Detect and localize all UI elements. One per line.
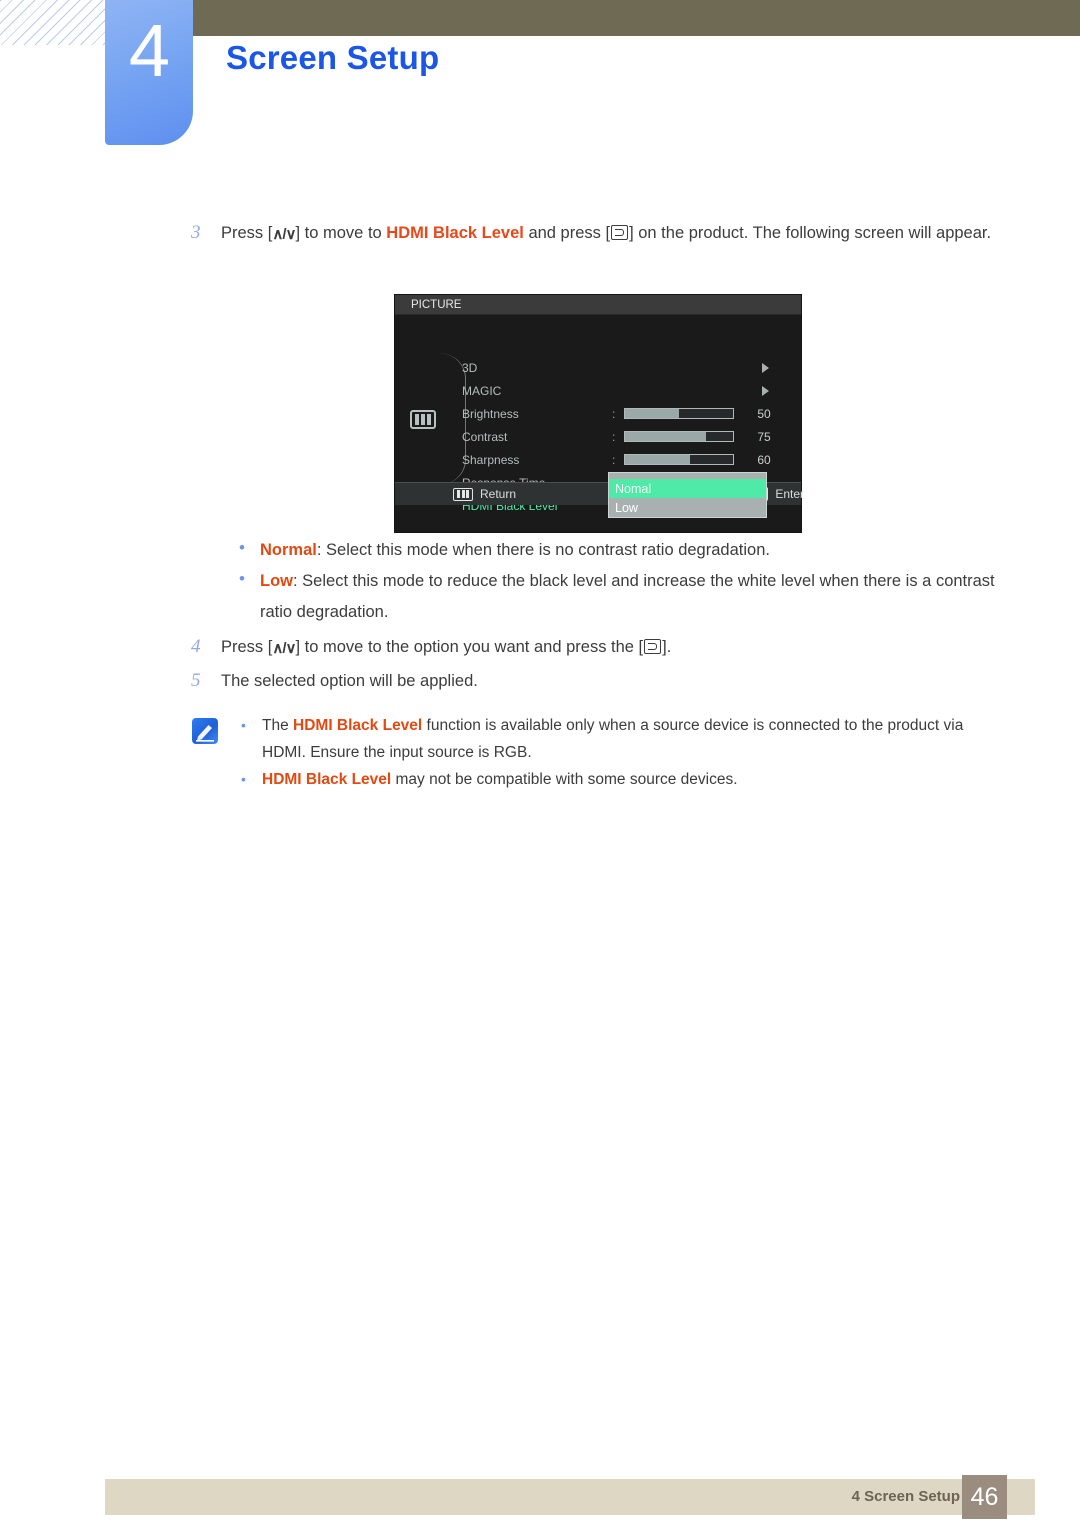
footer-page-number: 46	[962, 1475, 1007, 1519]
osd-enter-label: Enter	[775, 487, 805, 501]
hdmi-black-level-dropdown[interactable]: Nomal Low	[608, 472, 767, 518]
bullet-normal-body: : Select this mode when there is no cont…	[316, 541, 770, 559]
contrast-slider[interactable]	[624, 431, 734, 442]
note-item-1: • The HDMI Black Level function is avail…	[232, 712, 1022, 766]
updown-key-icon: ∧/∨	[272, 640, 296, 657]
osd-label-brightness: Brightness	[462, 406, 519, 421]
step-3-part1: Press [	[221, 224, 273, 242]
osd-title: PICTURE	[395, 295, 801, 315]
osd-row-3d[interactable]: 3D	[462, 356, 797, 379]
bullet-low-label: Low	[260, 572, 293, 590]
note-item-2: • HDMI Black Level may not be compatible…	[232, 766, 1022, 793]
updown-key-icon: ∧/∨	[272, 226, 296, 243]
bullet-dot-icon: •	[239, 569, 245, 588]
osd-label-contrast: Contrast	[462, 429, 508, 444]
bullet-normal-label: Normal	[260, 541, 317, 559]
enter-key-icon	[611, 225, 629, 240]
brightness-slider[interactable]	[624, 408, 734, 419]
dropdown-option-normal[interactable]: Nomal	[609, 479, 766, 498]
osd-label-3d: 3D	[462, 360, 478, 375]
enter-key-icon	[644, 639, 662, 654]
step-4-text: Press [∧/∨] to move to the option you wa…	[221, 634, 671, 662]
step-3-part2: ] to move to	[295, 224, 387, 242]
chevron-right-icon	[762, 385, 769, 396]
bullet-normal-text: Normal: Select this mode when there is n…	[260, 535, 770, 566]
osd-panel: PICTURE 3D MAGIC Brightness : 50 Contras	[395, 295, 805, 532]
step-4-number: 4	[191, 636, 201, 657]
step-3-part3: and press [	[523, 224, 611, 242]
footer-bar: 4 Screen Setup 46	[105, 1475, 1035, 1519]
bullet-dot-icon: •	[241, 717, 246, 733]
note-1-highlight: HDMI Black Level	[293, 717, 423, 734]
step-3: 3 Press [∧/∨] to move to HDMI Black Leve…	[185, 220, 1015, 248]
osd-body: 3D MAGIC Brightness : 50 Contrast : 75 S	[395, 315, 805, 518]
step-5-text: The selected option will be applied.	[221, 672, 478, 690]
dropdown-option-low[interactable]: Low	[609, 498, 766, 517]
osd-label-sharpness: Sharpness	[462, 452, 520, 467]
step-4-part2: ] to move to the option you want and pre…	[295, 638, 644, 656]
picture-icon	[410, 410, 436, 429]
chapter-number: 4	[128, 9, 170, 92]
return-icon	[453, 487, 473, 501]
step-4-part1: Press [	[221, 638, 273, 656]
step-3-number: 3	[191, 222, 201, 243]
bullet-low: • Low: Select this mode to reduce the bl…	[230, 566, 1020, 628]
step-4: 4 Press [∧/∨] to move to the option you …	[185, 634, 1015, 662]
osd-colon: :	[612, 406, 616, 421]
bullet-dot-icon: •	[241, 771, 246, 787]
note-2-post: may not be compatible with some source d…	[391, 771, 738, 788]
chevron-right-icon	[762, 362, 769, 373]
note-pencil-icon	[192, 718, 218, 744]
step-5: 5 The selected option will be applied.	[185, 668, 1015, 694]
bullet-low-text: Low: Select this mode to reduce the blac…	[260, 566, 1002, 628]
note-item-1-text: The HDMI Black Level function is availab…	[262, 712, 967, 766]
osd-row-sharpness[interactable]: Sharpness : 60	[462, 448, 797, 471]
step-3-text: Press [∧/∨] to move to HDMI Black Level …	[221, 220, 991, 248]
header-bar	[152, 0, 1080, 36]
corner-hatch-decoration	[0, 0, 108, 45]
osd-row-contrast[interactable]: Contrast : 75	[462, 425, 797, 448]
osd-row-brightness[interactable]: Brightness : 50	[462, 402, 797, 425]
note-item-2-text: HDMI Black Level may not be compatible w…	[262, 766, 738, 793]
sharpness-slider[interactable]	[624, 454, 734, 465]
osd-return-label: Return	[480, 487, 517, 501]
note-2-highlight: HDMI Black Level	[262, 771, 392, 788]
brightness-value: 50	[757, 406, 771, 421]
chapter-badge: 4	[105, 0, 193, 145]
note-1-pre: The	[262, 717, 294, 734]
step-5-number: 5	[191, 670, 201, 691]
osd-label-magic: MAGIC	[462, 383, 502, 398]
step-3-highlight: HDMI Black Level	[386, 224, 524, 242]
step-3-part4: ] on the product. The following screen w…	[629, 224, 992, 242]
page-title: Screen Setup	[226, 39, 440, 76]
bullet-dot-icon: •	[239, 538, 245, 557]
osd-row-magic[interactable]: MAGIC	[462, 379, 797, 402]
osd-colon: :	[612, 429, 616, 444]
bullet-normal: • Normal: Select this mode when there is…	[230, 535, 1020, 566]
osd-return-action[interactable]: Return	[453, 487, 516, 501]
contrast-value: 75	[757, 429, 771, 444]
bullet-low-body: : Select this mode to reduce the black l…	[260, 572, 995, 621]
osd-colon: :	[612, 452, 616, 467]
footer-label: 4 Screen Setup	[851, 1488, 960, 1505]
sharpness-value: 60	[757, 452, 771, 467]
step-4-part4: ].	[662, 638, 672, 656]
